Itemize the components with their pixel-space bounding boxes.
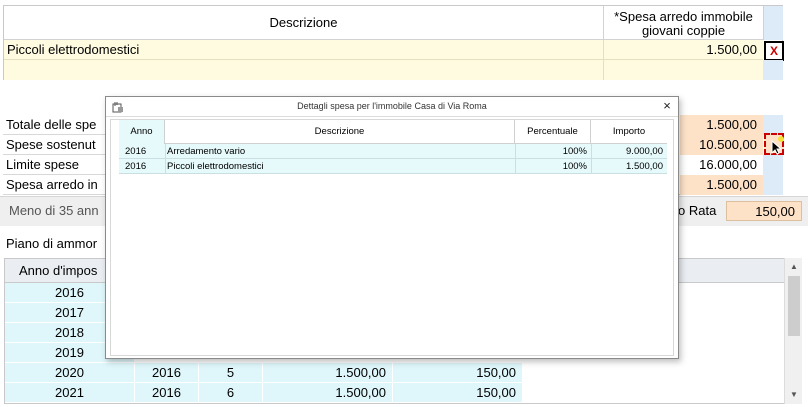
row-importo: 9.000,00 — [626, 146, 663, 157]
grid-divider — [591, 144, 592, 174]
grid-divider — [165, 144, 166, 174]
limite-spese-side — [763, 155, 783, 175]
expense-row-descrizione[interactable]: Piccoli elettrodomestici — [4, 40, 604, 60]
vertical-scrollbar[interactable]: ▲ ▼ — [784, 258, 802, 404]
row-descrizione: Piccoli elettrodomestici — [167, 161, 264, 172]
close-icon[interactable]: × — [660, 99, 674, 113]
totale-spese-side — [763, 115, 783, 135]
meno-35-label: Meno di 35 ann — [9, 203, 99, 218]
limite-spese-value: 16.000,00 — [680, 155, 763, 175]
column-header-descrizione: Descrizione — [165, 120, 515, 144]
cursor-icon — [771, 136, 784, 155]
new-row-side-cell — [763, 60, 783, 80]
column-header-spesa-line2: giovani coppie — [641, 23, 726, 38]
piano-ammortamento-title: Piano di ammor — [6, 236, 98, 251]
table-row-anno-spesa: 2016 — [135, 383, 199, 403]
column-header-descrizione-label: Descrizione — [269, 15, 338, 30]
table-row-anno: 2021 — [5, 383, 135, 403]
column-header-spesa: *Spesa arredo immobile giovani coppie — [604, 6, 763, 40]
table-row-numero-rata: 5 — [199, 363, 263, 383]
spesa-arredo-value: 1.500,00 — [680, 175, 763, 195]
row-anno: 2016 — [125, 161, 147, 172]
column-header-percentuale: Percentuale — [515, 120, 591, 144]
new-row-importo[interactable] — [604, 60, 763, 80]
row-percentuale: 100% — [562, 146, 587, 157]
table-row-importo: 1.500,00 — [263, 383, 393, 403]
row-importo: 1.500,00 — [626, 161, 663, 172]
row-percentuale: 100% — [562, 161, 587, 172]
totale-spese-value: 1.500,00 — [680, 115, 763, 135]
table-row-rata: 150,00 — [393, 363, 523, 383]
spesa-arredo-side — [763, 175, 783, 195]
scroll-down-icon[interactable]: ▼ — [786, 388, 802, 402]
row-descrizione: Arredamento vario — [167, 146, 246, 157]
scrollbar-thumb[interactable] — [788, 276, 800, 336]
column-header-anno: Anno — [119, 120, 165, 144]
dettagli-spesa-dialog: Dettagli spesa per l'immobile Casa di Vi… — [105, 96, 679, 359]
row-anno: 2016 — [125, 146, 147, 157]
spese-sostenute-value: 10.500,00 — [680, 135, 763, 155]
expense-row-importo[interactable]: 1.500,00 — [604, 40, 763, 60]
scroll-up-icon[interactable]: ▲ — [786, 260, 802, 274]
dialog-title: Dettagli spesa per l'immobile Casa di Vi… — [297, 101, 487, 111]
column-header-importo: Importo — [612, 126, 646, 137]
header-side-cell — [763, 6, 783, 40]
column-header-descrizione: Descrizione — [4, 6, 604, 40]
new-row-descrizione[interactable] — [4, 60, 604, 80]
rata-value: 150,00 — [726, 201, 802, 221]
details-button[interactable] — [764, 133, 784, 155]
expense-table: Descrizione *Spesa arredo immobile giova… — [3, 5, 784, 80]
rata-label: o Rata — [678, 203, 717, 218]
table-row-numero-rata: 6 — [199, 383, 263, 403]
table-row-anno-spesa: 2016 — [135, 363, 199, 383]
column-header-spesa-line1: *Spesa arredo immobile — [614, 9, 753, 24]
delete-row-button[interactable]: X — [764, 41, 784, 61]
dialog-body: Anno Descrizione Percentuale Importo 201… — [110, 119, 674, 356]
table-row-rata: 150,00 — [393, 383, 523, 403]
table-row-anno: 2020 — [5, 363, 135, 383]
grid-divider — [515, 144, 516, 174]
table-row-importo: 1.500,00 — [263, 363, 393, 383]
dialog-titlebar: Dettagli spesa per l'immobile Casa di Vi… — [106, 97, 678, 117]
